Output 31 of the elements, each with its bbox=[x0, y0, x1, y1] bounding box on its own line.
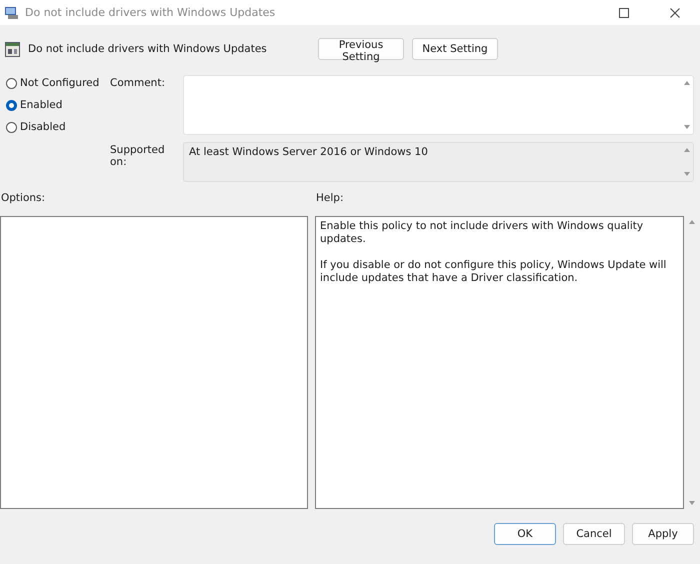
policy-icon bbox=[5, 42, 20, 56]
help-label: Help: bbox=[315, 192, 344, 206]
scroll-up-icon[interactable] bbox=[684, 148, 690, 152]
options-label: Options: bbox=[0, 192, 46, 206]
scroll-down-icon[interactable] bbox=[689, 501, 695, 505]
nav-button[interactable]: Previous Setting bbox=[318, 38, 404, 60]
help-paragraph: Enable this policy to not include drivers with Windows quality updates. bbox=[320, 220, 644, 246]
radio-label[interactable]: Disabled bbox=[20, 121, 66, 133]
comment-field[interactable] bbox=[183, 75, 694, 135]
supported-value: At least Windows Server 2016 or Windows 10 bbox=[189, 146, 428, 158]
scroll-up-icon[interactable] bbox=[684, 81, 690, 85]
scroll-down-icon[interactable] bbox=[684, 125, 690, 129]
dialog-button[interactable]: OK bbox=[494, 523, 556, 545]
window-title: Do not include drivers with Windows Updates bbox=[25, 6, 276, 19]
scroll-up-icon[interactable] bbox=[689, 220, 695, 224]
scroll-down-icon[interactable] bbox=[684, 172, 690, 176]
close-icon[interactable] bbox=[670, 8, 680, 18]
policy-title: Do not include drivers with Windows Updates bbox=[28, 43, 267, 55]
radio-button[interactable] bbox=[6, 78, 17, 88]
radio-label[interactable]: Not Configured bbox=[20, 77, 100, 89]
comment-label: Comment: bbox=[110, 76, 166, 91]
nav-button[interactable]: Next Setting bbox=[412, 38, 498, 60]
dialog-button[interactable]: Cancel bbox=[563, 523, 625, 545]
radio-button[interactable] bbox=[6, 100, 17, 110]
radio-button[interactable] bbox=[6, 122, 17, 132]
computer-icon bbox=[4, 6, 20, 20]
radio-label[interactable]: Enabled bbox=[20, 99, 62, 111]
help-paragraph: If you disable or do not configure this policy, Windows Update will include updates that have a Driver classification. bbox=[320, 259, 668, 285]
supported-label: Supported on: bbox=[110, 143, 166, 170]
maximize-icon[interactable] bbox=[619, 8, 629, 18]
dialog-button[interactable]: Apply bbox=[632, 523, 694, 545]
